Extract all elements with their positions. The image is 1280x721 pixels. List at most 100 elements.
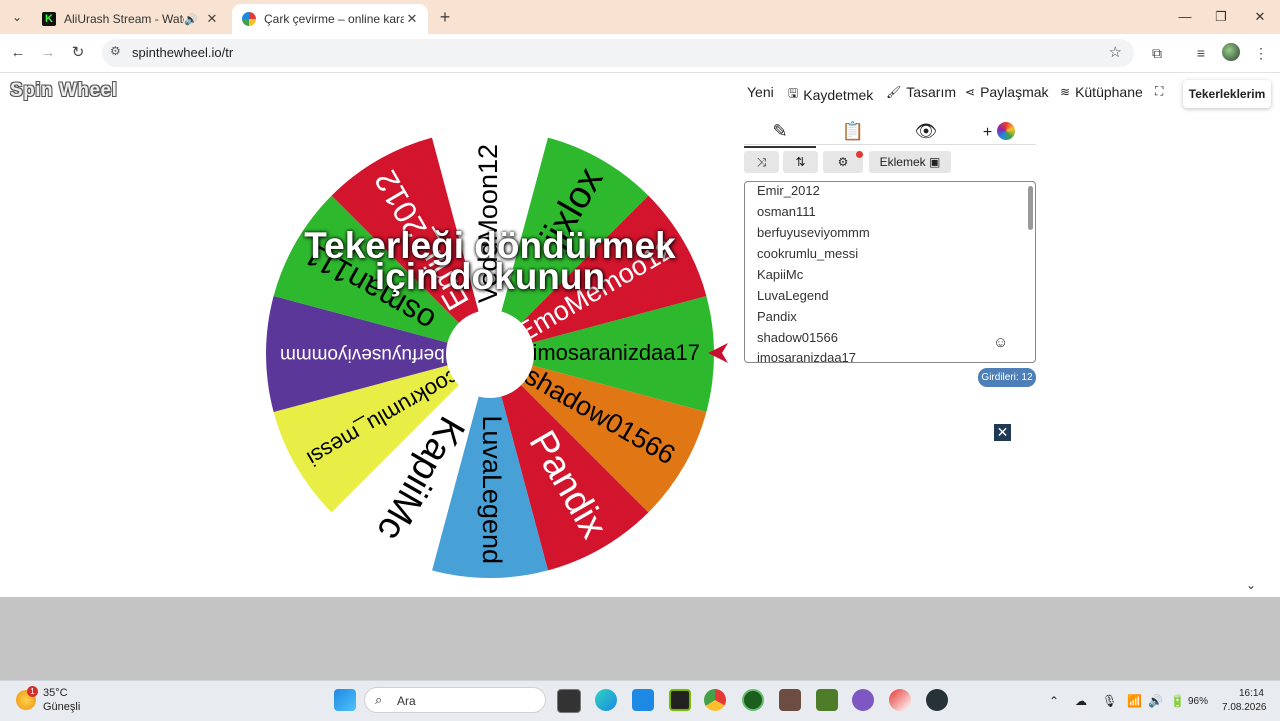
search-placeholder: Ara xyxy=(397,694,416,708)
clock[interactable]: 16:14 7.08.2026 xyxy=(1222,687,1267,715)
search-icon: ⌕ xyxy=(375,692,383,707)
wifi-icon[interactable]: 📶 xyxy=(1127,694,1142,708)
wheel-svg[interactable]: imosaranizdaa17shadow01566PandixLuvaLege… xyxy=(260,124,720,584)
wheel-center-hub[interactable] xyxy=(446,310,534,398)
eye-slash-icon: 👁 xyxy=(914,121,938,141)
windows-start-icon[interactable] xyxy=(334,689,356,711)
tabs-divider xyxy=(744,144,1036,145)
add-button-label: Eklemek xyxy=(879,155,926,169)
xbox-app-icon[interactable] xyxy=(742,689,764,711)
sort-button[interactable]: ⇅ xyxy=(783,151,818,173)
profile-avatar[interactable] xyxy=(1222,43,1240,61)
fullscreen-button[interactable]: ⛶ xyxy=(1155,84,1163,99)
close-ad-icon[interactable]: ✕ xyxy=(994,424,1011,441)
entry-line: Emir_2012 xyxy=(757,183,820,198)
tab-hidden[interactable]: 👁 xyxy=(890,118,962,146)
temperature[interactable]: 35°C xyxy=(43,687,68,699)
plus-icon: + xyxy=(982,124,993,141)
tab-search-button[interactable]: ⌄ xyxy=(6,7,28,27)
clipboard-icon: 📋 xyxy=(841,121,865,141)
tab-title: Çark çevirme – online karar çarkı xyxy=(264,12,404,26)
media-player-icon[interactable] xyxy=(852,689,874,711)
task-view-icon[interactable] xyxy=(557,689,581,713)
add-image-button[interactable]: Eklemek ▣ xyxy=(869,151,951,173)
gear-icon: ⚙ xyxy=(837,155,849,169)
site-info-icon[interactable]: ⚙ xyxy=(110,44,121,58)
layers-icon: ≋ xyxy=(1060,85,1071,99)
extensions-icon[interactable]: ⧉ xyxy=(1146,42,1168,64)
color-wheel-icon xyxy=(997,122,1016,140)
wheel-segment-label: imosaranizdaa17 xyxy=(532,340,700,365)
entries-scrollbar[interactable] xyxy=(1028,186,1033,230)
weather-condition[interactable]: Güneşli xyxy=(43,701,80,713)
tab-aliurash-stream[interactable]: K AliUrash Stream - Watch Live 🔊 ✕ xyxy=(32,4,228,34)
site-logo[interactable]: Spin Wheel xyxy=(10,80,117,102)
scroll-down-chevron-icon[interactable]: ⌄ xyxy=(1246,578,1256,592)
tab-spin-wheel[interactable]: Çark çevirme – online karar çarkı ✕ xyxy=(232,4,428,34)
address-bar[interactable]: ⚙ spinthewheel.io/tr ☆ xyxy=(102,39,1134,67)
app-icon[interactable] xyxy=(889,689,911,711)
github-desktop-icon[interactable] xyxy=(926,689,948,711)
url-text: spinthewheel.io/tr xyxy=(132,45,234,60)
wheel-segment-label: LuvaLegend xyxy=(477,415,507,564)
time: 16:14 xyxy=(1238,688,1264,699)
close-window-icon[interactable]: ✕ xyxy=(1249,6,1271,28)
close-tab-icon[interactable]: ✕ xyxy=(404,11,420,27)
tab-strip: ⌄ K AliUrash Stream - Watch Live 🔊 ✕ Çar… xyxy=(0,0,1280,34)
new-tab-button[interactable]: + xyxy=(434,6,456,28)
wheel[interactable]: imosaranizdaa17 shadow01566 Pandix LuvaLege… xyxy=(260,124,720,584)
store-icon[interactable] xyxy=(632,689,654,711)
wheel-pointer-icon xyxy=(708,343,728,363)
menu-library[interactable]: ≋ Kütüphane xyxy=(1060,84,1143,100)
menu-share[interactable]: ⋖ Paylaşmak xyxy=(965,84,1049,100)
menu-label: Kütüphane xyxy=(1075,84,1143,100)
restore-icon[interactable]: ❐ xyxy=(1210,6,1232,28)
bookmark-star-icon[interactable]: ☆ xyxy=(1109,43,1122,61)
pencil-icon: ✎ xyxy=(772,121,788,141)
back-icon[interactable]: ← xyxy=(7,42,29,64)
share-icon: ⋖ xyxy=(965,85,976,99)
tab-results[interactable]: 📋 xyxy=(817,118,889,146)
spin-instruction[interactable]: Tekerleği döndürmek için dokunun xyxy=(300,227,680,295)
entry-line: berfuyuseviyommm xyxy=(757,225,870,240)
kick-favicon-icon: K xyxy=(42,12,56,26)
battery-icon[interactable]: 🔋 xyxy=(1170,694,1185,708)
menu-label: Tasarım xyxy=(906,84,957,100)
chrome-icon[interactable] xyxy=(704,689,726,711)
ad-area xyxy=(0,597,1280,680)
paint-roller-icon: 🖌 xyxy=(886,85,902,99)
forward-icon[interactable]: → xyxy=(37,42,59,64)
minecraft-launcher-icon[interactable] xyxy=(816,689,838,711)
cloud-icon[interactable]: ☁ xyxy=(1075,694,1087,708)
taskbar-search[interactable]: ⌕ Ara xyxy=(364,687,546,713)
entry-line: shadow01566 xyxy=(757,330,838,345)
microphone-icon[interactable]: 🎙 xyxy=(1102,694,1117,708)
minimize-icon[interactable]: — xyxy=(1174,6,1196,28)
nvidia-icon[interactable] xyxy=(669,689,691,711)
save-icon: 🖫 xyxy=(788,86,799,100)
volume-icon[interactable]: 🔊 xyxy=(1148,694,1163,708)
menu-new[interactable]: Yeni xyxy=(747,84,774,100)
tab-add-wheel[interactable]: + xyxy=(963,118,1035,146)
menu-design[interactable]: 🖌 Tasarım xyxy=(886,84,956,100)
speaker-icon[interactable]: 🔊 xyxy=(184,13,198,26)
my-wheels-button[interactable]: Tekerleklerim xyxy=(1183,80,1271,108)
emoji-picker-icon[interactable]: ☺ xyxy=(993,334,1008,351)
menu-label: Kaydetmek xyxy=(803,86,874,103)
shuffle-icon: ⤨ xyxy=(756,155,767,169)
more-menu-icon[interactable]: ⋮ xyxy=(1250,42,1272,64)
menu-save[interactable]: 🖫 Kaydetmek xyxy=(788,84,873,105)
panel-tabs: ✎ 📋 👁 + xyxy=(744,114,1036,148)
edge-browser-icon[interactable] xyxy=(595,689,617,711)
menu-label: Yeni xyxy=(747,84,774,100)
show-hidden-icons[interactable]: ⌃ xyxy=(1049,694,1059,708)
reload-icon[interactable]: ↻ xyxy=(67,42,89,64)
shuffle-button[interactable]: ⤨ xyxy=(744,151,779,173)
close-tab-icon[interactable]: ✕ xyxy=(204,11,220,27)
battery-percent: 96% xyxy=(1188,696,1209,707)
media-controls-icon[interactable]: ≡ xyxy=(1190,42,1212,64)
minecraft-icon[interactable] xyxy=(779,689,801,711)
fullscreen-icon: ⛶ xyxy=(1155,84,1164,98)
entry-line: osman111 xyxy=(757,204,816,219)
image-icon: ▣ xyxy=(929,155,941,169)
